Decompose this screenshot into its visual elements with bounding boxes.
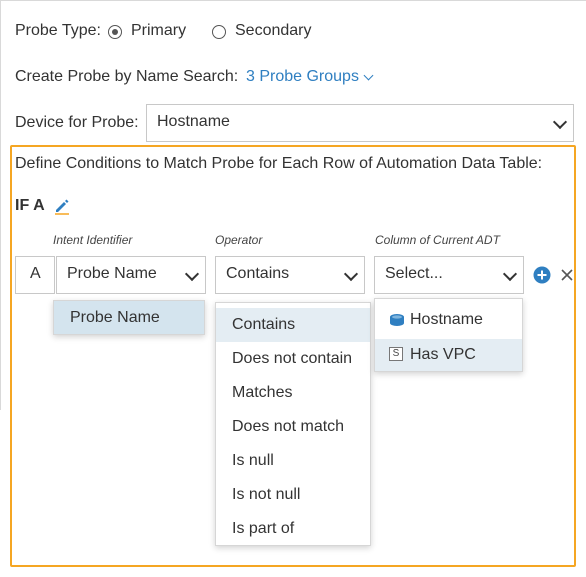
chevron-down-icon[interactable] [363,70,374,81]
intent-identifier-value: Probe Name [67,265,157,282]
adt-column-value: Select... [385,265,443,282]
secondary-radio[interactable] [212,25,226,39]
adt-option-label: Has VPC [410,346,476,363]
edit-icon[interactable] [53,197,71,215]
intent-option[interactable]: Probe Name [54,301,204,334]
chevron-down-icon[interactable] [502,266,518,282]
top-border [0,0,586,1]
row-id: A [30,265,41,282]
operator-option[interactable]: Does not match [216,410,370,444]
device-label: Device for Probe: [15,114,139,131]
device-select[interactable]: Hostname [146,104,574,142]
operator-value: Contains [226,265,290,282]
row-id-box: A [15,256,55,294]
intent-identifier-header: Intent Identifier [53,233,133,247]
chevron-down-icon[interactable] [343,266,359,282]
adt-option-label: Hostname [410,311,483,328]
adt-column-select[interactable]: Select... [374,256,524,294]
name-search-label: Create Probe by Name Search: [15,68,239,85]
operator-option[interactable]: Contains [216,308,370,342]
adt-column-header: Column of Current ADT [375,233,500,247]
add-condition-icon[interactable] [533,266,551,284]
intent-identifier-select[interactable]: Probe Name [56,256,206,294]
device-select-value: Hostname [157,113,230,130]
operator-select[interactable]: Contains [215,256,365,294]
intent-dropdown: Probe Name [53,300,205,335]
operator-header: Operator [215,233,263,247]
remove-condition-icon[interactable] [559,267,575,283]
secondary-radio-label[interactable]: Secondary [235,22,312,40]
chevron-down-icon[interactable] [552,114,568,130]
operator-option[interactable]: Is not null [216,478,370,512]
database-icon [390,314,404,326]
adt-dropdown: Hostname Has VPC S [374,298,523,372]
left-border [0,0,1,410]
probe-groups-link-text[interactable]: 3 Probe Groups [246,68,359,85]
operator-option[interactable]: Matches [216,376,370,410]
operator-dropdown: Contains Does not contain Matches Does n… [215,302,371,546]
operator-option[interactable]: Is null [216,444,370,478]
probe-type-label: Probe Type: [15,22,101,39]
if-label: IF A [15,197,45,214]
conditions-title: Define Conditions to Match Probe for Eac… [15,155,543,172]
string-type-icon: S [389,347,403,361]
primary-radio-label[interactable]: Primary [131,22,186,40]
primary-radio[interactable] [108,25,122,39]
operator-option[interactable]: Does not contain [216,342,370,376]
chevron-down-icon[interactable] [184,266,200,282]
probe-groups-link[interactable]: 3 Probe Groups [246,68,359,86]
operator-option[interactable]: Is part of [216,512,370,546]
